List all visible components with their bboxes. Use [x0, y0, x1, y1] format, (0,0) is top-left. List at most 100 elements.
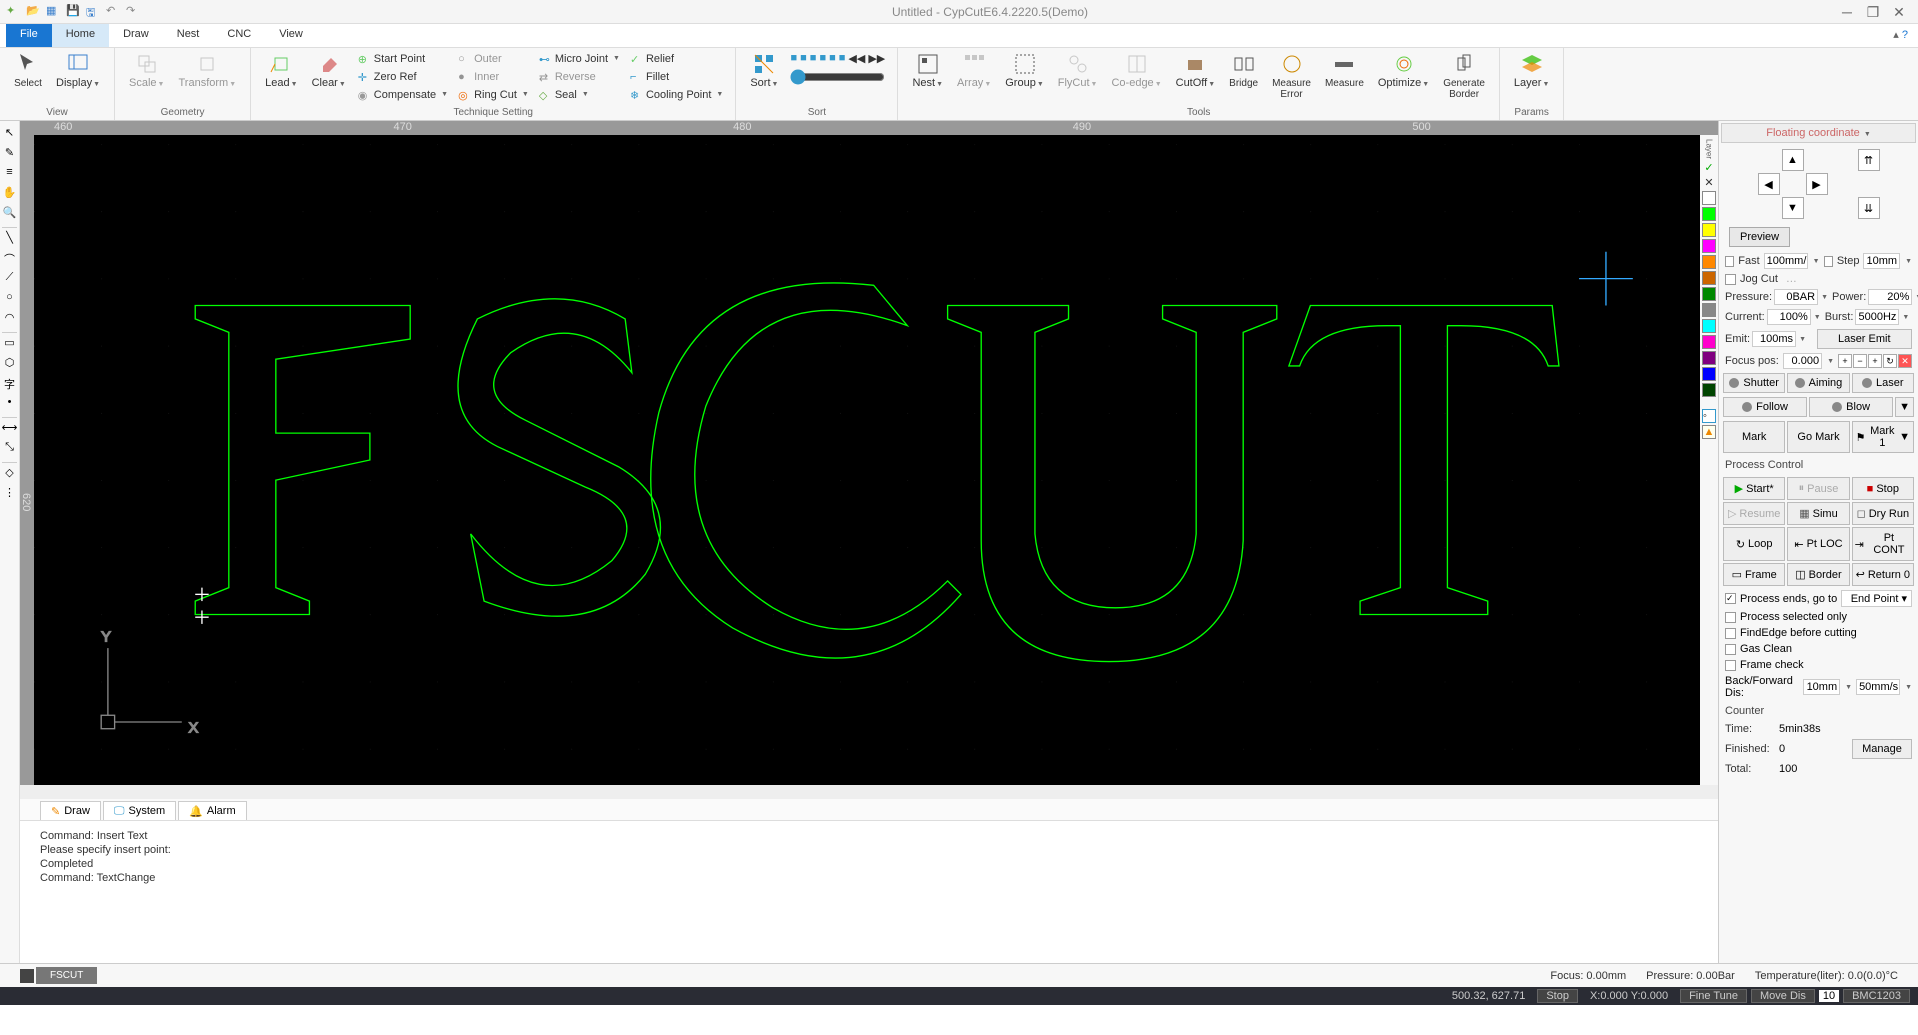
compensate-button[interactable]: ◉Compensate▼	[354, 86, 452, 103]
focus-minus[interactable]: −	[1853, 354, 1867, 368]
circle-tool[interactable]: ○	[1, 291, 19, 309]
layer-swatch-7[interactable]	[1702, 319, 1716, 333]
jog-right[interactable]: ▶	[1806, 173, 1828, 195]
preview-button[interactable]: Preview	[1729, 227, 1790, 247]
layer-swatch-4[interactable]	[1702, 271, 1716, 285]
mark-button[interactable]: Mark	[1723, 421, 1785, 453]
flycut-button[interactable]: FlyCut▼	[1052, 50, 1104, 92]
arc-tool[interactable]: ⌒	[1, 251, 19, 269]
snap-tool[interactable]: ◇	[1, 466, 19, 484]
coord-mode-dropdown[interactable]: Floating coordinate ▼	[1721, 123, 1916, 143]
polygon-tool[interactable]: ⬡	[1, 356, 19, 374]
focus-reset[interactable]: ↻	[1883, 354, 1897, 368]
follow-toggle[interactable]: Follow	[1723, 397, 1807, 417]
log-tab-draw[interactable]: ✎Draw	[40, 801, 101, 820]
current-input[interactable]: 100%	[1767, 309, 1811, 325]
endpoint-select[interactable]: End Point ▾	[1841, 590, 1912, 607]
rewind-icon[interactable]: ◀◀	[848, 52, 865, 65]
gas-clean-checkbox[interactable]	[1725, 644, 1736, 655]
sb-move-dis[interactable]: Move Dis	[1751, 989, 1815, 1003]
frame-check-checkbox[interactable]	[1725, 660, 1736, 671]
frame-button[interactable]: ▭Frame	[1723, 563, 1785, 586]
zoom-tool[interactable]: 🔍	[1, 206, 19, 224]
maximize-button[interactable]: ❐	[1864, 3, 1882, 21]
log-tab-system[interactable]: 🖵System	[103, 801, 176, 820]
measure-button[interactable]: Measure	[1319, 50, 1370, 91]
mark-select[interactable]: ⚑ Mark 1▼	[1852, 421, 1914, 453]
text-tool[interactable]: 字	[1, 376, 19, 394]
arc3-tool[interactable]: ◠	[1, 311, 19, 329]
micro-joint-button[interactable]: ⊷Micro Joint▼	[535, 50, 624, 67]
ptcont-button[interactable]: ⇥Pt CONT	[1852, 527, 1914, 561]
jog-up[interactable]: ▲	[1782, 149, 1804, 171]
manage-button[interactable]: Manage	[1852, 739, 1912, 759]
start-button[interactable]: ▶Start*	[1723, 477, 1785, 500]
jog-left[interactable]: ◀	[1758, 173, 1780, 195]
shutter-toggle[interactable]: Shutter	[1723, 373, 1785, 393]
open-icon[interactable]: 📂	[26, 4, 42, 20]
display-button[interactable]: Display▼	[50, 50, 106, 92]
resume-button[interactable]: ▷Resume	[1723, 502, 1785, 525]
focus-plus2[interactable]: +	[1868, 354, 1882, 368]
start-point-button[interactable]: ⊕Start Point	[354, 50, 452, 67]
menu-view[interactable]: View	[265, 24, 317, 47]
focus-input[interactable]: 0.000	[1783, 353, 1822, 369]
select-button[interactable]: Select	[8, 50, 48, 91]
scale-button[interactable]: Scale▼	[123, 50, 170, 92]
generate-border-button[interactable]: Generate Border	[1437, 50, 1491, 102]
fillet-button[interactable]: ⌐Fillet	[626, 68, 727, 85]
cooling-point-button[interactable]: ❄Cooling Point▼	[626, 86, 727, 103]
saveall-icon[interactable]: 🖫	[86, 4, 102, 20]
pan-tool[interactable]: ✋	[1, 186, 19, 204]
z-up-button[interactable]: ⇈	[1858, 149, 1880, 171]
loop-button[interactable]: ↻Loop	[1723, 527, 1785, 561]
bf-dis-input[interactable]: 10mm	[1803, 679, 1840, 695]
menu-options[interactable]: ▴ ?	[1883, 24, 1918, 47]
dryrun-button[interactable]: ◻Dry Run	[1852, 502, 1914, 525]
dim-v-tool[interactable]: ⤡	[1, 441, 19, 459]
clear-button[interactable]: Clear▼	[306, 50, 352, 92]
layer-swatch-0[interactable]	[1702, 207, 1716, 221]
measure-error-button[interactable]: Measure Error	[1266, 50, 1317, 102]
laser-emit-button[interactable]: Laser Emit	[1817, 329, 1913, 349]
rect-tool[interactable]: ▭	[1, 336, 19, 354]
log-tab-alarm[interactable]: 🔔Alarm	[178, 801, 246, 820]
sort-button[interactable]: Sort▼	[744, 50, 784, 92]
focus-stop[interactable]: ✕	[1898, 354, 1912, 368]
order-tool[interactable]: ≡	[1, 166, 19, 184]
redo-icon[interactable]: ↷	[126, 4, 142, 20]
process-selected-checkbox[interactable]	[1725, 612, 1736, 623]
pause-button[interactable]: ⏸Pause	[1787, 477, 1849, 500]
focus-plus[interactable]: +	[1838, 354, 1852, 368]
group-button[interactable]: Group▼	[999, 50, 1050, 92]
scrollbar-horizontal[interactable]	[20, 785, 1718, 799]
jogcut-checkbox[interactable]	[1725, 274, 1736, 285]
array-button[interactable]: Array▼	[951, 50, 997, 92]
aiming-toggle[interactable]: Aiming	[1787, 373, 1849, 393]
inner-button[interactable]: ●Inner	[454, 68, 533, 85]
nest-button[interactable]: Nest▼	[906, 50, 949, 92]
ptloc-button[interactable]: ⇤Pt LOC	[1787, 527, 1849, 561]
fast-checkbox[interactable]	[1725, 256, 1734, 267]
optimize-button[interactable]: Optimize▼	[1372, 50, 1435, 92]
pressure-input[interactable]: 0BAR	[1774, 289, 1818, 305]
step-input[interactable]: 10mm	[1863, 253, 1900, 269]
border-button[interactable]: ◫Border	[1787, 563, 1849, 586]
findedge-checkbox[interactable]	[1725, 628, 1736, 639]
drawing-canvas[interactable]: X Y	[34, 135, 1700, 785]
extra-tool[interactable]: ⋮	[1, 486, 19, 504]
bridge-button[interactable]: Bridge	[1223, 50, 1264, 91]
pointer-tool[interactable]: ↖	[1, 126, 19, 144]
point-tool[interactable]: •	[1, 396, 19, 414]
layer-swatch-10[interactable]	[1702, 367, 1716, 381]
layer-swatch-ext2[interactable]: ▲	[1702, 425, 1716, 439]
menu-draw[interactable]: Draw	[109, 24, 163, 47]
layer-swatch-8[interactable]	[1702, 335, 1716, 349]
return0-button[interactable]: ↩Return 0	[1852, 563, 1914, 586]
doc-tab-fscut[interactable]: FSCUT	[36, 967, 97, 984]
menu-nest[interactable]: Nest	[163, 24, 214, 47]
layer-check-icon[interactable]: ✓	[1704, 161, 1713, 174]
polyline-tool[interactable]: ⟋	[1, 271, 19, 289]
layer-swatch-3[interactable]	[1702, 255, 1716, 269]
sb-move-val[interactable]: 10	[1819, 990, 1839, 1002]
